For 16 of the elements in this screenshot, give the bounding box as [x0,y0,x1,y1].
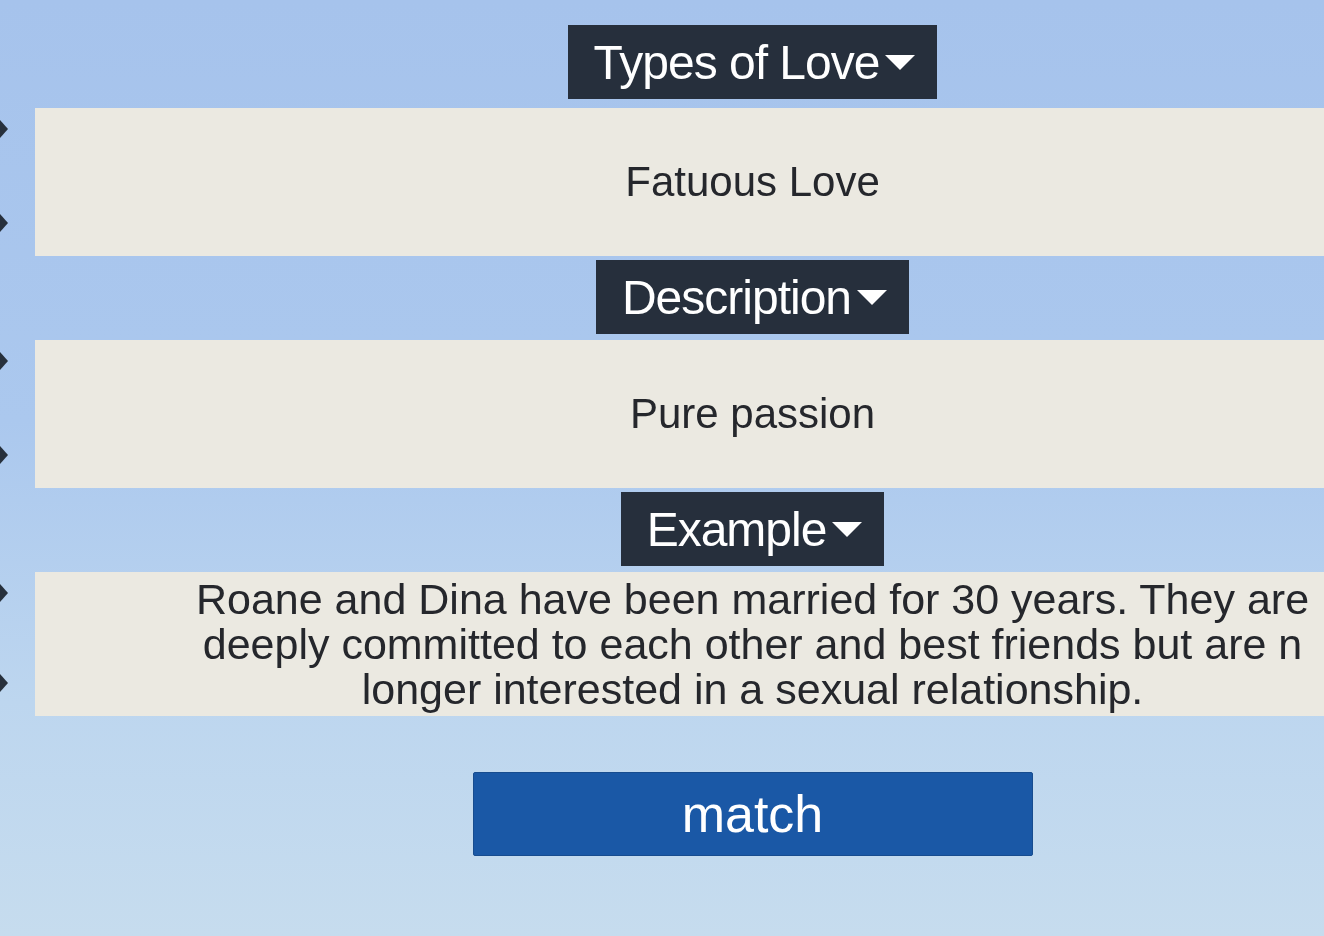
triangle-icon [0,352,8,370]
dropdown-heading[interactable]: Description [595,260,910,334]
answer-text: Roane and Dina have been married for 30 years. They are deeply committed to each other and best friends but are n longer interested in a sexual relationship. [195,576,1310,712]
caret-icon [832,521,863,537]
triangle-icon [0,120,8,138]
triangle-icon [0,584,8,602]
answer-text: Fatuous Love [625,157,880,207]
triangle-icon [0,446,8,464]
triangle-icon [0,214,8,232]
match-button[interactable]: match [472,772,1033,856]
caret-icon [857,289,888,305]
dropdown-heading[interactable]: Types of Love [567,25,938,99]
dropdown-heading[interactable]: Example [620,492,885,566]
triangle-icon [0,674,8,692]
answer-text: Pure passion [629,389,876,439]
caret-icon [885,54,916,70]
